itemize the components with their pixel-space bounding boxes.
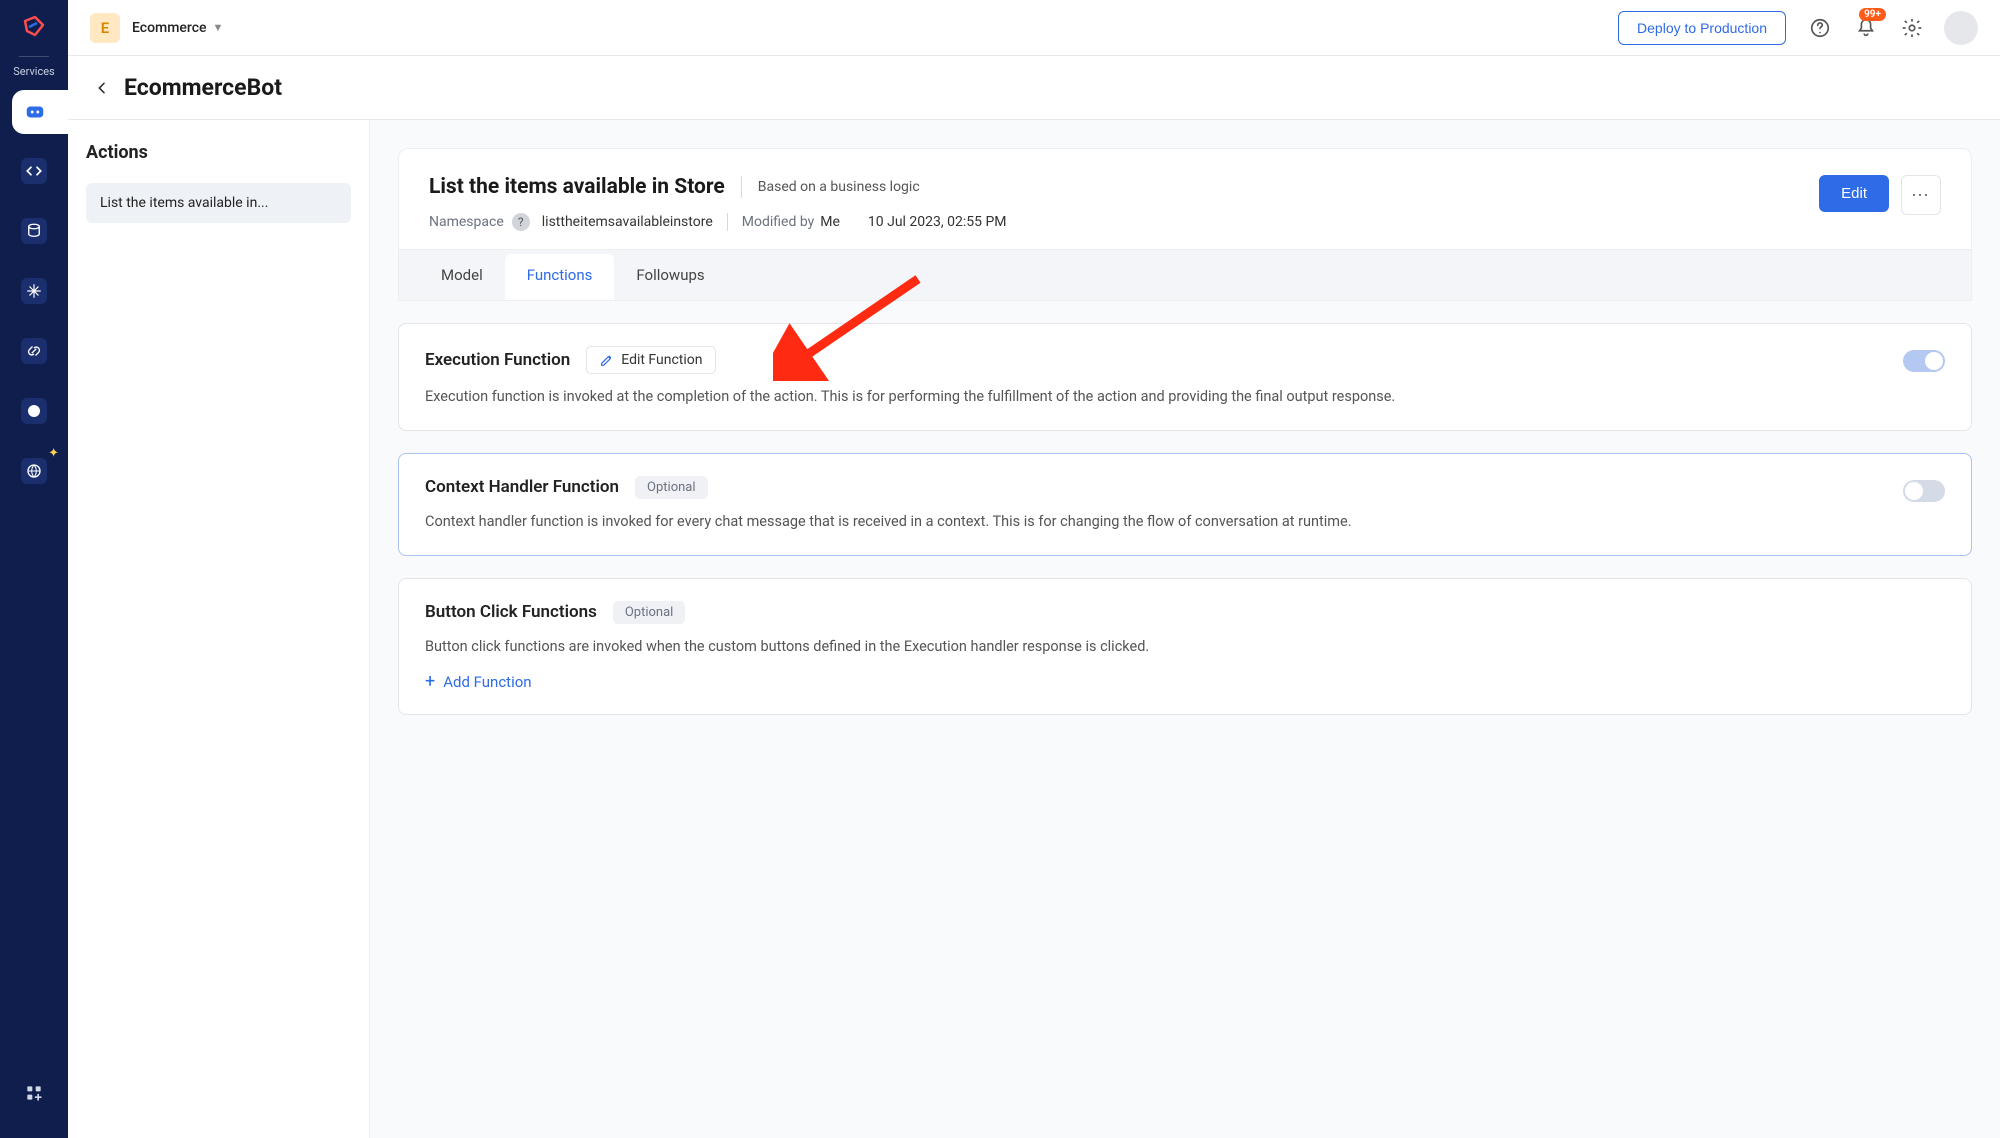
rail-item-data[interactable] [13,210,55,252]
modified-by: Me [820,214,840,230]
edit-button[interactable]: Edit [1819,175,1889,212]
rail-services-label: Services [13,65,54,78]
rail-item-code[interactable] [13,150,55,192]
deploy-button[interactable]: Deploy to Production [1618,11,1786,45]
nav-rail: Services ✦ [0,0,68,1138]
rail-item-integrations[interactable] [13,270,55,312]
project-badge[interactable]: E [90,13,120,43]
card-context-title: Context Handler Function [425,477,619,497]
rail-item-apps[interactable] [13,1072,55,1114]
tab-model[interactable]: Model [419,250,505,300]
breadcrumb-row: EcommerceBot [68,56,2000,120]
sparkle-icon: ✦ [48,446,59,461]
card-context-handler: Context Handler Function Optional Contex… [398,453,1972,556]
plus-icon: + [425,671,435,692]
card-execution-desc: Execution function is invoked at the com… [425,386,1887,408]
notification-badge: 99+ [1859,8,1886,21]
card-button-click: Button Click Functions Optional Button c… [398,578,1972,716]
notifications-icon[interactable]: 99+ [1854,16,1878,40]
avatar[interactable] [1944,11,1978,45]
namespace-help-icon[interactable]: ? [512,213,530,231]
badge-optional-button: Optional [613,601,685,624]
content-frame: Actions List the items available in... L… [68,120,2000,1138]
action-list-item[interactable]: List the items available in... [86,183,351,223]
rail-item-bot[interactable] [12,90,68,134]
main-content: List the items available in Store Based … [370,120,2000,1138]
card-button-title: Button Click Functions [425,602,597,622]
card-button-desc: Button click functions are invoked when … [425,636,1945,658]
more-menu-button[interactable]: ⋯ [1901,175,1941,215]
namespace-value: listtheitemsavailableinstore [542,214,713,230]
settings-icon[interactable] [1900,16,1924,40]
tabs-row: Model Functions Followups [398,250,1972,301]
meta-separator [727,213,728,231]
card-execution-function: Execution Function Edit Function Executi… [398,323,1972,431]
title-separator [741,176,742,198]
tab-functions[interactable]: Functions [505,254,615,300]
card-execution-title: Execution Function [425,350,570,370]
rail-item-ai[interactable]: ✦ [13,450,55,492]
page-header: List the items available in Store Based … [398,148,1972,250]
toggle-execution[interactable] [1903,350,1945,372]
app-logo[interactable] [16,10,52,46]
project-name[interactable]: Ecommerce [132,20,207,36]
modified-at: 10 Jul 2023, 02:55 PM [868,214,1007,230]
project-dropdown-caret[interactable]: ▼ [213,21,224,34]
modified-label: Modified by [742,214,814,230]
tab-followups[interactable]: Followups [614,250,726,300]
help-icon[interactable] [1808,16,1832,40]
actions-panel: Actions List the items available in... [68,120,370,1138]
badge-optional-context: Optional [635,476,707,499]
page-title: List the items available in Store [429,175,725,199]
rail-item-globe[interactable] [13,390,55,432]
edit-function-label: Edit Function [621,352,702,368]
edit-function-button[interactable]: Edit Function [586,346,715,374]
card-context-desc: Context handler function is invoked for … [425,511,1887,533]
page-subtitle: Based on a business logic [758,179,920,195]
back-chevron-icon[interactable] [86,76,118,100]
add-function-label: Add Function [443,673,531,691]
namespace-label: Namespace [429,214,504,230]
rail-divider [19,56,49,57]
topbar: E Ecommerce ▼ Deploy to Production 99+ [68,0,2000,56]
breadcrumb-title: EcommerceBot [124,74,282,101]
actions-panel-title: Actions [86,142,351,163]
pencil-icon [599,352,615,368]
cards-container: Execution Function Edit Function Executi… [398,301,1972,759]
rail-item-link[interactable] [13,330,55,372]
add-function-button[interactable]: + Add Function [425,671,532,692]
toggle-context[interactable] [1903,480,1945,502]
